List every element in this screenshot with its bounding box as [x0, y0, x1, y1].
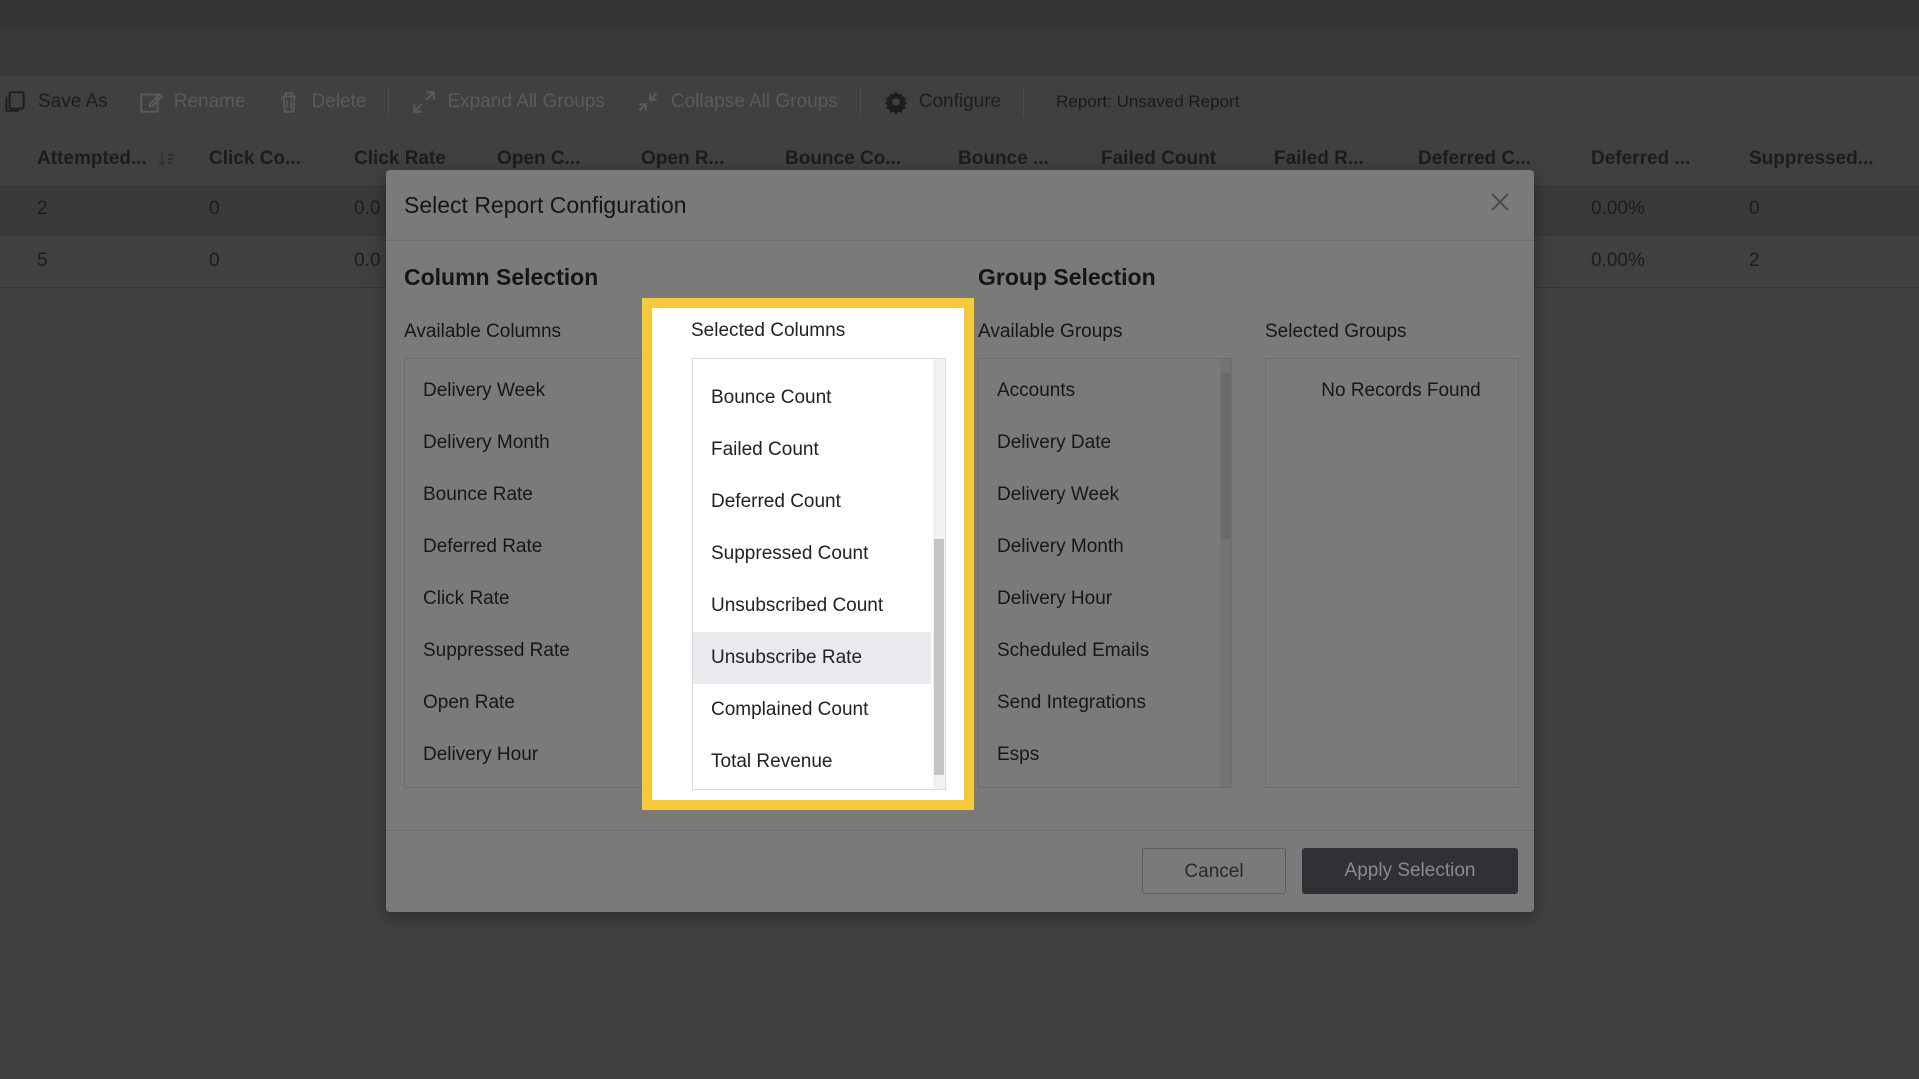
table-cell: 2 [1749, 250, 1760, 271]
list-item[interactable]: Complained Count [693, 684, 931, 736]
scrollbar[interactable] [933, 359, 945, 789]
list-item[interactable]: Delivery Week [405, 366, 545, 416]
list-item[interactable]: Open Rate [405, 678, 515, 728]
table-cell: 0.0 [354, 198, 381, 219]
dialog-title: Select Report Configuration [404, 192, 687, 218]
list-item[interactable]: Delivery Date [979, 418, 1111, 468]
dialog-footer-divider [386, 830, 1534, 831]
selected-columns-list[interactable]: Bounce Count Failed Count Deferred Count… [692, 358, 946, 790]
configure-label: Configure [918, 91, 1002, 112]
table-cell: 2 [37, 198, 48, 219]
report-toolbar: Save As Rename Delete Expand All Groups … [0, 76, 1919, 128]
top-bar [0, 0, 1919, 28]
list-item[interactable]: Deferred Count [693, 476, 931, 528]
column-header[interactable]: Attempted... [37, 135, 176, 183]
save-as-button[interactable]: Save As [2, 76, 108, 128]
selected-groups-label: Selected Groups [1265, 321, 1407, 342]
list-item[interactable]: Deferred Rate [405, 522, 542, 572]
column-header[interactable]: Deferred ... [1591, 135, 1690, 183]
apply-selection-button[interactable]: Apply Selection [1302, 848, 1518, 894]
edit-icon [139, 93, 163, 113]
delete-label: Delete [311, 91, 367, 112]
scrollbar-thumb[interactable] [1221, 373, 1230, 539]
available-groups-list[interactable]: Accounts Delivery Date Delivery Week Del… [978, 358, 1232, 788]
list-item[interactable]: Delivery Month [405, 418, 550, 468]
list-item-selected[interactable]: Unsubscribe Rate [693, 632, 931, 684]
available-groups-label: Available Groups [978, 321, 1123, 342]
list-item[interactable]: Unsubscribed Count [693, 580, 931, 632]
report-name: Report: Unsaved Report [1056, 92, 1240, 111]
close-icon[interactable] [1486, 188, 1514, 216]
table-cell: 0.00% [1591, 198, 1645, 219]
expand-all-groups-button[interactable]: Expand All Groups [411, 76, 605, 128]
scrollbar-thumb[interactable] [934, 539, 944, 775]
save-as-label: Save As [38, 91, 108, 112]
available-columns-label: Available Columns [404, 321, 562, 342]
list-item[interactable]: Delivery Month [979, 522, 1124, 572]
list-item[interactable]: Bounce Count [693, 372, 931, 424]
list-item[interactable]: Esps [979, 730, 1039, 780]
list-item[interactable]: Click Rate [405, 574, 510, 624]
available-columns-list[interactable]: Delivery Week Delivery Month Bounce Rate… [404, 358, 654, 788]
table-cell: 0 [209, 250, 220, 271]
list-item[interactable]: Delivery Week [979, 470, 1119, 520]
column-header[interactable]: Suppressed... [1749, 135, 1874, 183]
column-selection-title: Column Selection [404, 264, 599, 290]
dialog-header: Select Report Configuration [386, 170, 1534, 241]
scrollbar[interactable] [1220, 359, 1231, 787]
selected-columns-label: Selected Columns [691, 320, 846, 341]
toolbar-divider [859, 87, 861, 117]
empty-state: No Records Found [1321, 380, 1481, 401]
collapse-all-label: Collapse All Groups [670, 91, 838, 112]
selected-groups-list[interactable]: No Records Found [1265, 358, 1519, 788]
toolbar-divider [1023, 87, 1025, 117]
table-cell: 0.0 [354, 250, 381, 271]
list-item[interactable]: Scheduled Emails [979, 626, 1149, 676]
rename-button[interactable]: Rename [138, 76, 246, 128]
list-item[interactable]: Suppressed Rate [405, 626, 570, 676]
table-cell: 5 [37, 250, 48, 271]
collapse-all-groups-button[interactable]: Collapse All Groups [635, 76, 838, 128]
list-item[interactable]: Suppressed Count [693, 528, 931, 580]
list-item[interactable]: Bounce Rate [405, 470, 533, 520]
delete-button[interactable]: Delete [276, 76, 367, 128]
rename-label: Rename [173, 91, 246, 112]
column-header[interactable]: Click Co... [209, 135, 301, 183]
copy-icon [5, 91, 25, 112]
expand-all-label: Expand All Groups [447, 91, 605, 112]
table-cell: 0 [209, 198, 220, 219]
gear-icon [884, 91, 907, 115]
list-item[interactable]: Delivery Hour [979, 574, 1112, 624]
list-item[interactable]: Send Integrations [979, 678, 1146, 728]
configure-button[interactable]: Configure [883, 76, 1001, 128]
sort-icon [158, 152, 176, 167]
list-item[interactable]: Failed Count [693, 424, 931, 476]
toolbar-divider [388, 87, 390, 117]
collapse-icon [638, 92, 658, 112]
list-item[interactable]: Delivery Hour [405, 730, 538, 780]
list-item[interactable]: Accounts [979, 366, 1075, 416]
cancel-button[interactable]: Cancel [1142, 848, 1286, 894]
expand-icon [413, 91, 436, 113]
trash-icon [280, 92, 297, 113]
group-selection-title: Group Selection [978, 264, 1156, 290]
sub-bar [0, 28, 1919, 76]
table-cell: 0 [1749, 198, 1760, 219]
list-item[interactable]: Total Revenue [693, 736, 931, 788]
table-cell: 0.00% [1591, 250, 1645, 271]
